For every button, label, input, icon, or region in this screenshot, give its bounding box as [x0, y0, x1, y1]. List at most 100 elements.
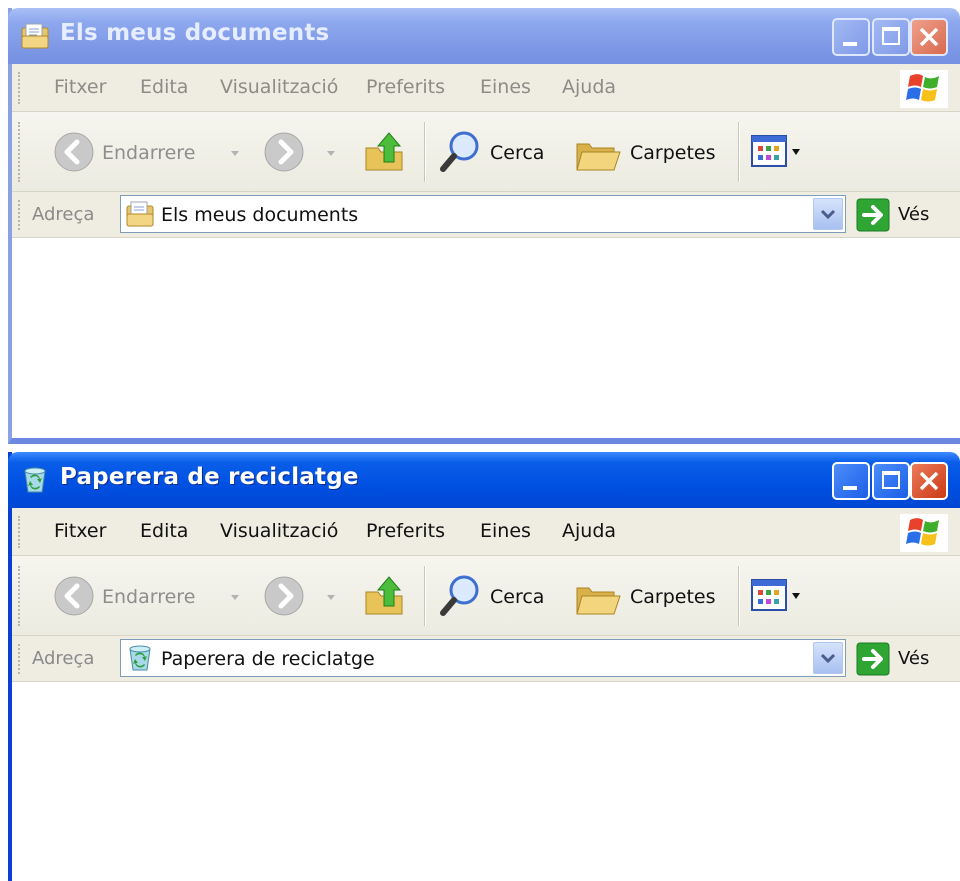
menu-view[interactable]: Visualització	[220, 76, 338, 98]
search-icon	[440, 131, 479, 172]
address-label: Adreça	[32, 204, 95, 225]
address-grip[interactable]	[18, 644, 23, 674]
forward-dropdown-icon	[327, 595, 335, 600]
recycle-bin-icon	[24, 467, 46, 493]
back-dropdown-icon	[231, 595, 239, 600]
menu-tools[interactable]: Eines	[480, 520, 531, 542]
address-dropdown-button[interactable]	[813, 642, 843, 674]
address-bar: Adreça Paperera de reciclatge Vés	[12, 636, 960, 682]
back-arrow-icon	[54, 132, 94, 172]
up-folder-button[interactable]	[362, 572, 412, 620]
search-label: Cerca	[490, 586, 545, 608]
close-icon	[919, 27, 939, 47]
back-button[interactable]: Endarrere	[52, 128, 242, 176]
back-button[interactable]: Endarrere	[52, 572, 242, 620]
forward-arrow-icon	[264, 576, 304, 616]
go-label[interactable]: Vés	[898, 648, 929, 669]
forward-dropdown-icon	[327, 151, 335, 156]
address-value: Els meus documents	[161, 204, 359, 226]
chevron-down-icon	[820, 653, 836, 664]
maximize-icon	[882, 471, 900, 489]
menu-tools[interactable]: Eines	[480, 76, 531, 98]
go-label[interactable]: Vés	[898, 204, 929, 225]
close-button[interactable]	[910, 18, 948, 56]
go-arrow-icon	[856, 642, 890, 676]
views-icon	[751, 135, 800, 167]
folder-content-area[interactable]	[12, 682, 960, 881]
standard-toolbar: Endarrere Cerca Carpetes	[12, 556, 960, 636]
address-value: Paperera de reciclatge	[161, 648, 375, 670]
toolbar-separator	[424, 566, 426, 626]
views-icon	[751, 579, 800, 611]
search-button[interactable]: Cerca	[438, 572, 568, 620]
minimize-icon	[843, 42, 857, 46]
documents-folder-icon	[21, 23, 49, 49]
title-bar[interactable]: Paperera de reciclatge	[8, 452, 960, 508]
menu-favorites[interactable]: Preferits	[366, 520, 445, 542]
title-bar[interactable]: Els meus documents	[8, 8, 960, 64]
forward-arrow-icon	[264, 132, 304, 172]
menu-bar: Fitxer Edita Visualització Preferits Ein…	[12, 64, 960, 112]
menu-help[interactable]: Ajuda	[562, 76, 616, 98]
address-input[interactable]: Paperera de reciclatge	[120, 639, 846, 677]
menu-view[interactable]: Visualització	[220, 520, 338, 542]
folders-icon	[576, 587, 621, 615]
search-button[interactable]: Cerca	[438, 128, 568, 176]
menu-edit[interactable]: Edita	[140, 520, 188, 542]
address-label: Adreça	[32, 648, 95, 669]
toolbar-grip[interactable]	[18, 566, 23, 626]
minimize-button[interactable]	[832, 462, 870, 500]
close-icon	[919, 471, 939, 491]
views-button[interactable]	[750, 572, 810, 620]
minimize-button[interactable]	[832, 18, 870, 56]
back-dropdown-icon	[231, 151, 239, 156]
close-button[interactable]	[910, 462, 948, 500]
back-arrow-icon	[54, 576, 94, 616]
address-dropdown-button[interactable]	[813, 198, 843, 230]
maximize-icon	[882, 27, 900, 45]
back-label: Endarrere	[102, 142, 196, 164]
menu-favorites[interactable]: Preferits	[366, 76, 445, 98]
folders-button[interactable]: Carpetes	[574, 572, 734, 620]
toolbar-separator	[738, 566, 740, 626]
go-button[interactable]	[856, 198, 890, 232]
menu-file[interactable]: Fitxer	[54, 520, 106, 542]
address-grip[interactable]	[18, 200, 23, 230]
menu-edit[interactable]: Edita	[140, 76, 188, 98]
toolbar-grip[interactable]	[18, 122, 23, 182]
folder-up-icon	[365, 132, 403, 171]
minimize-icon	[843, 486, 857, 490]
go-button[interactable]	[856, 642, 890, 676]
maximize-button[interactable]	[872, 18, 910, 56]
toolbar-separator	[738, 122, 740, 182]
menu-bar: Fitxer Edita Visualització Preferits Ein…	[12, 508, 960, 556]
windows-logo-icon	[900, 514, 948, 552]
window-title: Els meus documents	[60, 20, 330, 46]
menu-file[interactable]: Fitxer	[54, 76, 106, 98]
search-icon	[440, 575, 479, 616]
address-input[interactable]: Els meus documents	[120, 195, 846, 233]
views-button[interactable]	[750, 128, 810, 176]
forward-button[interactable]	[262, 128, 342, 176]
folders-icon	[576, 143, 621, 171]
windows-logo-icon	[900, 70, 948, 108]
recycle-bin-icon	[129, 645, 151, 671]
back-label: Endarrere	[102, 586, 196, 608]
maximize-button[interactable]	[872, 462, 910, 500]
menu-help[interactable]: Ajuda	[562, 520, 616, 542]
standard-toolbar: Endarrere Cerca Carpetes	[12, 112, 960, 192]
window-my-documents[interactable]: Els meus documents Fitxer Edita Visualit…	[8, 8, 960, 444]
toolbar-separator	[424, 122, 426, 182]
folders-label: Carpetes	[630, 142, 716, 164]
window-recycle-bin[interactable]: Paperera de reciclatge Fitxer Edita Visu…	[8, 452, 960, 881]
go-arrow-icon	[856, 198, 890, 232]
window-title: Paperera de reciclatge	[60, 464, 359, 490]
forward-button[interactable]	[262, 572, 342, 620]
up-folder-button[interactable]	[362, 128, 412, 176]
menu-grip[interactable]	[18, 516, 23, 548]
folder-content-area[interactable]	[12, 238, 960, 438]
address-bar: Adreça Els meus documents Vés	[12, 192, 960, 238]
documents-folder-icon	[126, 201, 154, 227]
folders-button[interactable]: Carpetes	[574, 128, 734, 176]
menu-grip[interactable]	[18, 72, 23, 104]
